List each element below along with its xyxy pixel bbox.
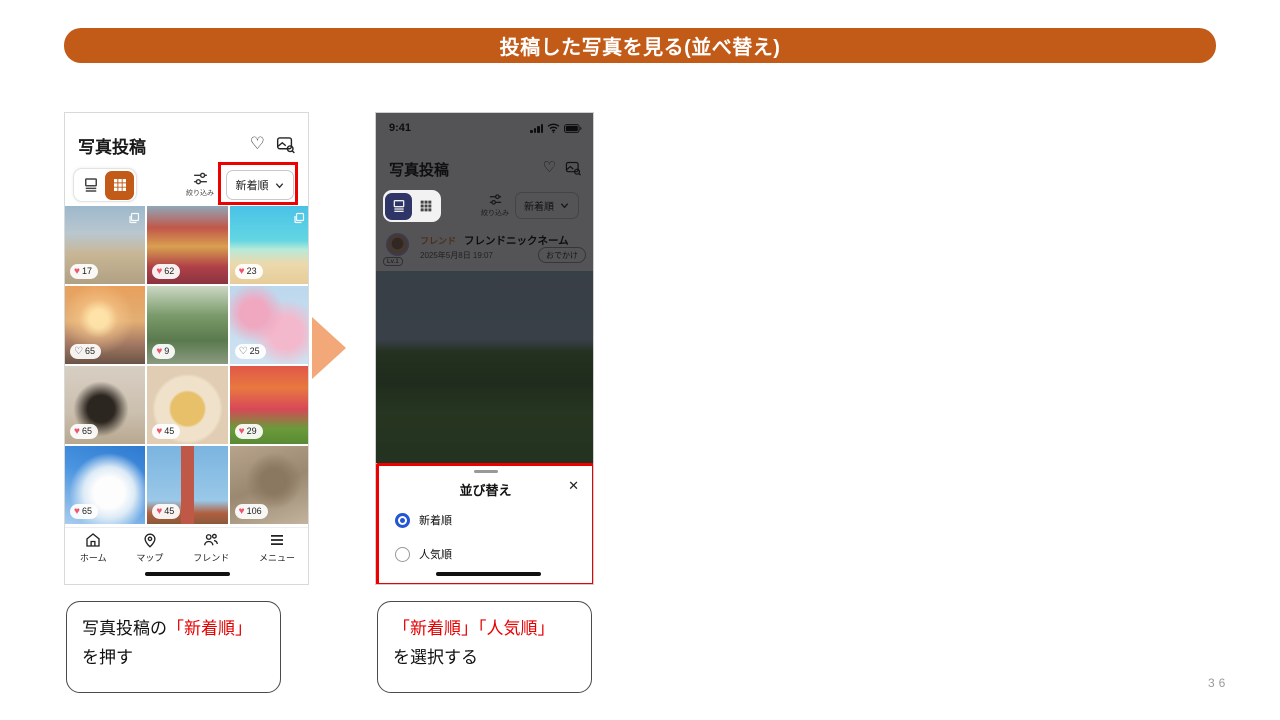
photo-grid: ♥17 ♥62 ♥23 ♡65 ♥9 ♡25 ♥65 [65,206,309,524]
like-badge: ♥45 [152,424,180,439]
like-badge: ♥29 [235,424,263,439]
heart-icon: ♥ [74,427,80,437]
photo-tile[interactable]: ♥65 [65,366,145,444]
sort-option-newest[interactable]: 新着順 [395,512,452,528]
like-badge: ♥65 [70,504,98,519]
photo-search-icon[interactable] [276,135,296,155]
multi-photo-icon [293,211,305,229]
nav-home[interactable]: ホーム [80,531,107,564]
filter-label: 絞り込み [186,188,214,198]
photo-tile[interactable]: ♡65 [65,286,145,364]
like-badge: ♥17 [70,264,98,279]
app-title: 写真投稿 [78,133,146,158]
close-icon[interactable]: ✕ [568,479,579,492]
caption-highlight: 「新着順」 [167,619,252,638]
photo-tile[interactable]: ♥106 [230,446,309,524]
dim-overlay[interactable] [376,113,594,463]
favorites-icon[interactable]: ♡ [250,135,265,155]
photo-tile[interactable]: ♥9 [147,286,227,364]
heart-icon: ♥ [74,267,80,277]
list-view-button[interactable] [385,193,412,220]
photo-tile[interactable]: ♥17 [65,206,145,284]
heart-icon: ♥ [239,427,245,437]
screenshot-photo-grid: 写真投稿 ♡ [64,112,309,585]
nav-friends[interactable]: フレンド [193,531,229,564]
home-icon [84,531,102,549]
page-title: 投稿した写真を見る(並べ替え) [500,31,781,60]
caption-step-2: 「新着順」「人気順」 を選択する [377,601,592,693]
caption-highlight: 「新着順」「人気順」 [393,619,555,638]
heart-icon: ♥ [156,347,162,357]
step-arrow [312,317,346,379]
friends-icon [202,531,220,549]
photo-tile[interactable]: ♥65 [65,446,145,524]
like-badge: ♥9 [152,344,175,359]
screenshot-sort-sheet: 9:41 [375,112,594,585]
photo-tile[interactable]: ♥62 [147,206,227,284]
drag-handle[interactable] [474,470,498,473]
like-badge: ♡25 [235,344,266,359]
like-badge: ♥106 [235,504,268,519]
like-badge: ♥45 [152,504,180,519]
sort-option-popular[interactable]: 人気順 [395,546,452,562]
heart-icon: ♥ [239,267,245,277]
heart-icon: ♥ [239,507,245,517]
nav-menu[interactable]: メニュー [259,531,295,564]
radio-unselected-icon [395,547,410,562]
menu-icon [268,531,286,549]
photo-tile[interactable]: ♥45 [147,446,227,524]
caption-step-1: 写真投稿の「新着順」 を押す [66,601,281,693]
heart-outline-icon: ♡ [239,347,248,357]
slide: 投稿した写真を見る(並べ替え) 写真投稿 ♡ [0,0,1280,720]
like-badge: ♥65 [70,424,98,439]
multi-photo-icon [128,211,140,229]
home-indicator [436,572,541,576]
page-number: 36 [1208,676,1229,690]
filter-button[interactable]: 絞り込み [186,170,214,198]
photo-tile[interactable]: ♥45 [147,366,227,444]
home-indicator [145,572,230,576]
like-badge: ♡65 [70,344,101,359]
heart-icon: ♥ [156,427,162,437]
heart-icon: ♥ [156,267,162,277]
photo-tile[interactable]: ♥29 [230,366,309,444]
sheet-title: 並び替え [379,480,592,499]
grid-view-button[interactable] [412,193,439,220]
annotation-highlight-sort [218,162,298,205]
list-view-button[interactable] [76,171,105,200]
view-toggle [383,190,441,222]
heart-outline-icon: ♡ [74,347,83,357]
sort-bottom-sheet: 並び替え ✕ 新着順 人気順 [376,463,594,585]
photo-tile[interactable]: ♡25 [230,286,309,364]
like-badge: ♥23 [235,264,263,279]
bottom-nav: ホーム マップ フレンド メニュー [65,527,309,567]
like-badge: ♥62 [152,264,180,279]
nav-map[interactable]: マップ [136,531,163,564]
view-toggle [73,168,137,202]
heart-icon: ♥ [156,507,162,517]
map-pin-icon [141,531,159,549]
photo-tile[interactable]: ♥23 [230,206,309,284]
radio-selected-icon [395,513,410,528]
heart-icon: ♥ [74,507,80,517]
grid-view-button[interactable] [105,171,134,200]
title-banner: 投稿した写真を見る(並べ替え) [64,28,1216,63]
